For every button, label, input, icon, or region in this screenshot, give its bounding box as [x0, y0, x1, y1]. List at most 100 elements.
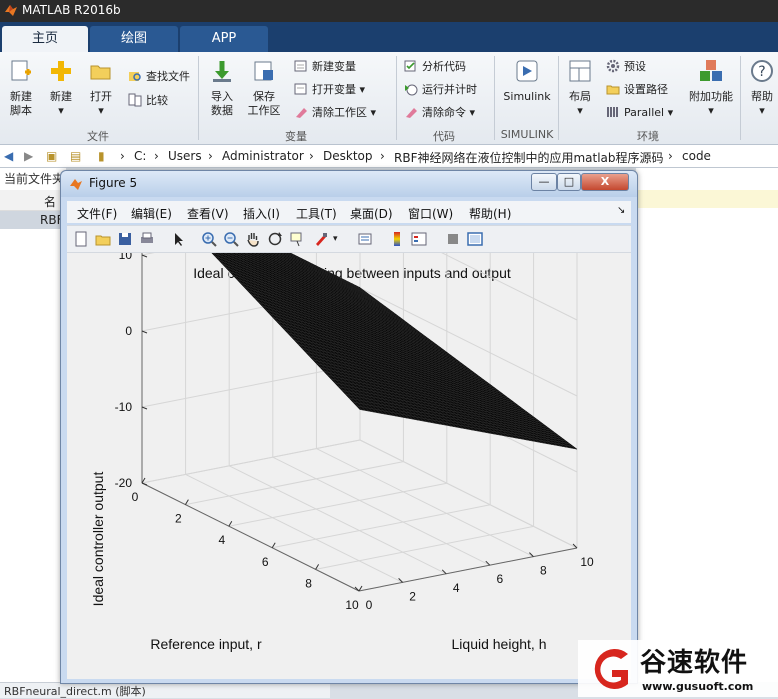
- open-file-icon[interactable]: [95, 231, 111, 247]
- parallel-dropdown-icon[interactable]: ▾: [668, 106, 674, 119]
- open-variable-button[interactable]: 打开变量 ▾: [294, 81, 365, 99]
- layout-button[interactable]: 布局 ▾: [562, 58, 598, 118]
- save-workspace-icon: [254, 61, 273, 81]
- tab-home[interactable]: 主页: [2, 26, 88, 52]
- layout-dropdown-icon: ▾: [577, 104, 583, 117]
- pointer-arrow-icon[interactable]: [171, 231, 187, 247]
- find-files-icon: [129, 72, 141, 81]
- menu-view[interactable]: 查看(V): [187, 205, 229, 222]
- legend-icon[interactable]: [411, 231, 427, 247]
- crumb-sep: ›: [309, 149, 314, 163]
- preferences-label: 预设: [624, 60, 646, 73]
- x-tick-label: 4: [218, 533, 225, 547]
- details-bar[interactable]: RBFneural_direct.m (脚本): [0, 682, 330, 698]
- show-plot-tools-icon[interactable]: [467, 231, 483, 247]
- clear-commands-button[interactable]: 清除命令 ▾: [404, 104, 475, 122]
- find-files-button[interactable]: 查找文件: [128, 68, 190, 86]
- crumb-project-folder[interactable]: RBF神经网络在液位控制中的应用matlab程序源码: [394, 149, 664, 166]
- simulink-group-label: SIMULINK: [500, 128, 554, 141]
- run-and-time-button[interactable]: 运行并计时: [404, 81, 477, 99]
- menu-desktop[interactable]: 桌面(D): [350, 205, 393, 222]
- crumb-code[interactable]: code: [682, 149, 711, 163]
- layout-label: 布局: [569, 90, 591, 103]
- menu-window[interactable]: 窗口(W): [408, 205, 453, 222]
- name-column-header[interactable]: 名称: [0, 190, 66, 226]
- data-cursor-icon[interactable]: [289, 231, 305, 247]
- figure-title-bar[interactable]: Figure 5 — □ X: [61, 171, 637, 197]
- crumb-drive[interactable]: C:: [134, 149, 146, 163]
- add-ons-label: 附加功能: [689, 90, 733, 103]
- import-data-button[interactable]: 导入 数据: [204, 58, 240, 118]
- zoom-in-icon[interactable]: [201, 231, 217, 247]
- menu-help[interactable]: 帮助(H): [469, 205, 511, 222]
- minimize-button[interactable]: —: [531, 173, 557, 191]
- compare-button[interactable]: 比较: [128, 92, 168, 110]
- z-tick: [141, 254, 148, 258]
- parallel-button[interactable]: Parallel ▾: [606, 104, 673, 122]
- crumb-administrator[interactable]: Administrator: [222, 149, 304, 163]
- separator: [558, 56, 559, 140]
- menu-insert[interactable]: 插入(I): [243, 205, 280, 222]
- print-icon[interactable]: [139, 231, 155, 247]
- surface-chart[interactable]: Ideal controller mapping between inputs …: [67, 59, 631, 679]
- new-button[interactable]: 新建 ▾: [44, 58, 78, 118]
- x-tick-label: 2: [175, 512, 182, 526]
- separator: [494, 56, 495, 140]
- brush-dropdown-icon[interactable]: ▾: [333, 231, 349, 247]
- clear-workspace-button[interactable]: 清除工作区 ▾: [294, 104, 376, 122]
- z-tick-label: 10: [119, 253, 133, 262]
- crumb-sep: ›: [380, 149, 385, 163]
- crumb-users[interactable]: Users: [168, 149, 202, 163]
- add-ons-button[interactable]: 附加功能 ▾: [686, 58, 736, 118]
- figure-title: Figure 5: [89, 176, 138, 190]
- clear-commands-icon: [406, 108, 417, 118]
- rotate-3d-icon[interactable]: [267, 231, 283, 247]
- dock-arrow-icon[interactable]: ↘: [617, 205, 625, 216]
- menu-file[interactable]: 文件(F): [77, 205, 117, 222]
- maximize-button[interactable]: □: [557, 173, 581, 191]
- menu-tools[interactable]: 工具(T): [296, 205, 337, 222]
- zoom-out-icon[interactable]: [223, 231, 239, 247]
- new-figure-icon[interactable]: [73, 231, 89, 247]
- parallel-label: Parallel: [624, 106, 665, 119]
- analyze-code-button[interactable]: 分析代码: [404, 58, 466, 76]
- tab-plots[interactable]: 绘图: [90, 26, 178, 52]
- clear-workspace-label: 清除工作区: [312, 106, 367, 119]
- tab-apps[interactable]: APP: [180, 26, 268, 52]
- link-plot-icon[interactable]: [357, 231, 373, 247]
- menu-edit[interactable]: 编辑(E): [131, 205, 172, 222]
- browse-folder-icon[interactable]: ▤: [70, 149, 81, 163]
- open-button[interactable]: 打开 ▾: [84, 58, 118, 118]
- pan-hand-icon[interactable]: [245, 231, 261, 247]
- colorbar-icon[interactable]: [389, 231, 405, 247]
- new-variable-button[interactable]: 新建变量: [294, 58, 356, 76]
- help-button[interactable]: ? 帮助 ▾: [746, 58, 778, 118]
- crumb-sep: ›: [120, 149, 125, 163]
- crumb-sep: ›: [154, 149, 159, 163]
- simulink-button[interactable]: Simulink: [500, 58, 554, 104]
- file-row[interactable]: RBF: [0, 211, 66, 229]
- set-path-button[interactable]: 设置路径: [606, 81, 668, 99]
- brush-icon[interactable]: [313, 231, 329, 247]
- variable-group-label: 变量: [285, 130, 307, 143]
- parallel-icon: [607, 107, 618, 117]
- matlab-logo-icon: [5, 5, 17, 16]
- forward-arrow-icon[interactable]: ▶: [24, 149, 33, 163]
- figure-menubar: 文件(F) 编辑(E) 查看(V) 插入(I) 工具(T) 桌面(D) 窗口(W…: [67, 201, 631, 223]
- preferences-button[interactable]: 预设: [606, 58, 646, 76]
- app-title: MATLAB R2016b: [22, 3, 121, 17]
- clear-commands-dropdown-icon[interactable]: ▾: [470, 106, 476, 119]
- save-icon[interactable]: [117, 231, 133, 247]
- close-button[interactable]: X: [581, 173, 629, 191]
- hide-plot-tools-icon[interactable]: [445, 231, 461, 247]
- clear-workspace-dropdown-icon[interactable]: ▾: [371, 106, 377, 119]
- gear-icon: [606, 59, 620, 73]
- crumb-desktop[interactable]: Desktop: [323, 149, 373, 163]
- new-script-button[interactable]: 新建 脚本: [4, 58, 38, 118]
- save-workspace-button[interactable]: 保存 工作区: [244, 58, 284, 118]
- z-tick: [141, 406, 148, 410]
- up-folder-icon[interactable]: ▣: [46, 149, 57, 163]
- open-variable-dropdown-icon[interactable]: ▾: [360, 83, 366, 96]
- back-arrow-icon[interactable]: ◀: [4, 149, 13, 163]
- import-data-label: 导入 数据: [211, 90, 233, 117]
